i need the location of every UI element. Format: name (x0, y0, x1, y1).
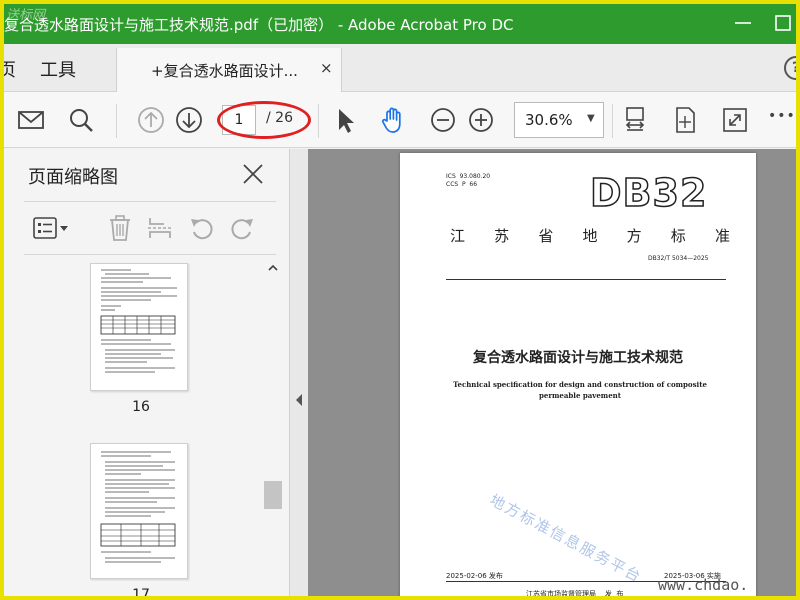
zoom-select[interactable]: 30.6% ▼ (514, 102, 604, 138)
standard-type-char: 标 (670, 227, 686, 245)
help-icon[interactable]: ? (784, 56, 796, 80)
highlight-oval (217, 101, 311, 139)
standard-type-char: 准 (714, 227, 730, 245)
page-thumbnail[interactable] (90, 443, 188, 579)
divider (446, 279, 726, 280)
fit-width-icon[interactable] (620, 105, 650, 135)
thumbnail-preview (100, 451, 176, 563)
scrollbar[interactable] (262, 257, 284, 596)
panel-toolbar (24, 201, 276, 255)
document-title: 复合透水路面设计与施工技术规范 (473, 350, 683, 366)
screenshot-frame: 复合透水路面设计与施工技术规范.pdf（已加密） - Adobe Acrobat… (0, 0, 800, 600)
tab-close-icon[interactable]: × (320, 59, 333, 77)
mail-icon[interactable] (16, 105, 46, 135)
english-title-line: permeable pavement (538, 391, 621, 400)
thumbnail-preview (100, 269, 177, 373)
extract-page-icon[interactable] (146, 214, 174, 242)
standard-type-char: 方 (626, 227, 642, 245)
delete-icon[interactable] (106, 214, 134, 242)
standard-type-char: 江 (450, 227, 466, 245)
toolbar-divider (612, 104, 613, 138)
document-watermark: 地方标准信息服务平台 (486, 490, 646, 587)
full-screen-icon[interactable] (720, 105, 750, 135)
close-icon[interactable] (240, 161, 266, 187)
thumbnail-list[interactable]: 16 17 (4, 257, 262, 600)
rotate-view-icon[interactable] (670, 105, 700, 135)
ics-code: ICS 93.080.20 CCS P 66 (446, 173, 491, 188)
options-menu-icon[interactable] (32, 214, 72, 242)
window-title: 复合透水路面设计与施工技术规范.pdf（已加密） - Adobe Acrobat… (4, 16, 514, 34)
rotate-right-icon[interactable] (228, 214, 256, 242)
scrollbar-thumb[interactable] (264, 481, 282, 509)
standard-type-char: 地 (582, 227, 598, 245)
title-bar: 复合透水路面设计与施工技术规范.pdf（已加密） - Adobe Acrobat… (4, 4, 796, 44)
thumbnail-label: 17 (132, 587, 150, 600)
standard-type: 江 苏 省 地 方 标 准 (450, 225, 730, 246)
menu-bar: 页 工具 +复合透水路面设计... × ? (4, 44, 796, 93)
document-tab[interactable]: +复合透水路面设计... × (116, 48, 342, 93)
chevron-up-icon[interactable] (266, 261, 280, 275)
site-watermark: www.chdao. (658, 576, 749, 594)
standard-code: DB32 (589, 170, 708, 216)
zoom-out-icon[interactable] (428, 105, 458, 135)
zoom-in-icon[interactable] (466, 105, 496, 135)
hand-tool-icon[interactable] (378, 105, 408, 135)
corner-watermark: 送标网 (6, 8, 46, 23)
toolbar: 1 / 26 30.6% ▼ ••• (4, 92, 796, 148)
page-thumbnail[interactable] (90, 263, 188, 391)
standard-number: DB32/T 5034—2025 (648, 255, 709, 262)
publish-date: 2025-02-06 发布 (446, 572, 503, 580)
toolbar-divider (318, 104, 319, 138)
page-down-icon[interactable] (174, 105, 204, 135)
panel-collapse-handle[interactable] (290, 149, 308, 596)
panel-title: 页面缩略图 (28, 167, 118, 188)
document-view[interactable]: ICS 93.080.20 CCS P 66 DB32 江 苏 省 地 方 标 … (308, 149, 796, 598)
search-icon[interactable] (66, 105, 96, 135)
rotate-left-icon[interactable] (188, 214, 216, 242)
minimize-icon[interactable] (732, 12, 754, 34)
more-icon[interactable]: ••• (768, 108, 796, 138)
chevron-down-icon: ▼ (587, 113, 595, 124)
thumbnail-label: 16 (132, 399, 150, 415)
document-page: ICS 93.080.20 CCS P 66 DB32 江 苏 省 地 方 标 … (400, 153, 756, 598)
thumbnail-panel: 页面缩略图 16 17 (4, 149, 290, 600)
select-cursor-icon[interactable] (330, 105, 360, 135)
menu-home[interactable]: 页 (4, 56, 16, 82)
toolbar-divider (116, 104, 117, 138)
maximize-icon[interactable] (772, 12, 794, 34)
page-up-icon[interactable] (136, 105, 166, 135)
english-title-line: Technical specification for design and c… (453, 380, 707, 389)
document-tab-label: +复合透水路面设计... (151, 62, 298, 80)
standard-type-char: 苏 (494, 227, 510, 245)
chevron-left-icon[interactable] (294, 393, 304, 407)
english-title: Technical specification for design and c… (440, 379, 720, 401)
zoom-value: 30.6% (525, 111, 573, 129)
issuer: 江苏省市场监督管理局 发 布 (526, 590, 624, 598)
standard-type-char: 省 (538, 227, 554, 245)
menu-tools[interactable]: 工具 (40, 56, 76, 82)
